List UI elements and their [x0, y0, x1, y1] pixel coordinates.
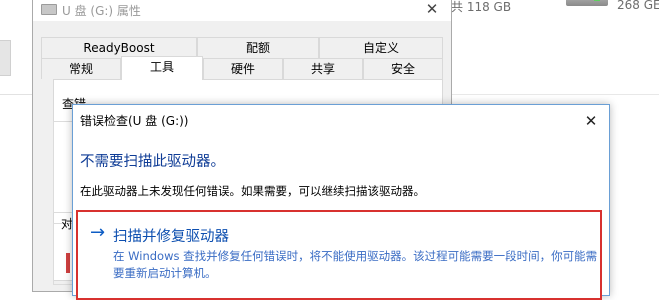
close-icon[interactable]: ✕ — [421, 0, 443, 19]
optimize-button-fragment — [66, 253, 70, 273]
background-panel-fragment — [0, 40, 11, 76]
status-heading: 不需要扫描此驱动器。 — [80, 154, 225, 170]
tab-sharing[interactable]: 共享 — [283, 58, 363, 79]
scan-and-repair-label: 扫描并修复驱动器 — [113, 229, 229, 245]
drive-capacity-text: 共 118 GB — [451, 0, 512, 14]
tab-hardware[interactable]: 硬件 — [203, 58, 283, 79]
error-checking-title: 错误检查(U 盘 (G:)) — [80, 114, 189, 128]
hard-drive-icon — [566, 0, 608, 6]
error-checking-dialog: 错误检查(U 盘 (G:)) ✕ 不需要扫描此驱动器。 在此驱动器上未发现任何错… — [72, 104, 610, 300]
properties-titlebar: U 盘 (G:) 属性 ✕ — [33, 0, 451, 21]
tab-readyboost[interactable]: ReadyBoost — [41, 37, 197, 58]
tab-security[interactable]: 安全 — [363, 58, 443, 79]
background-divider-right — [452, 94, 659, 95]
tab-quota[interactable]: 配额 — [197, 37, 319, 58]
usb-drive-icon — [41, 4, 57, 15]
properties-title: U 盘 (G:) 属性 — [62, 4, 141, 18]
tab-general[interactable]: 常规 — [41, 58, 121, 79]
scan-and-repair-option[interactable]: → 扫描并修复驱动器 在 Windows 查找并修复任何错误时，将不能使用驱动器… — [76, 210, 602, 300]
drive-capacity-text-2: 268 GE — [617, 0, 659, 12]
close-icon[interactable]: ✕ — [579, 109, 603, 133]
background-divider — [0, 94, 36, 95]
optimize-group — [53, 223, 74, 285]
status-message: 在此驱动器上未发现任何错误。如果需要，可以继续扫描该驱动器。 — [80, 184, 425, 198]
tab-customize[interactable]: 自定义 — [319, 37, 443, 58]
tab-tools[interactable]: 工具 — [121, 56, 203, 80]
error-checking-group — [53, 121, 74, 213]
arrow-right-icon: → — [90, 222, 106, 243]
scan-and-repair-description: 在 Windows 查找并修复任何错误时，将不能使用驱动器。该过程可能需要一段时… — [113, 249, 598, 280]
